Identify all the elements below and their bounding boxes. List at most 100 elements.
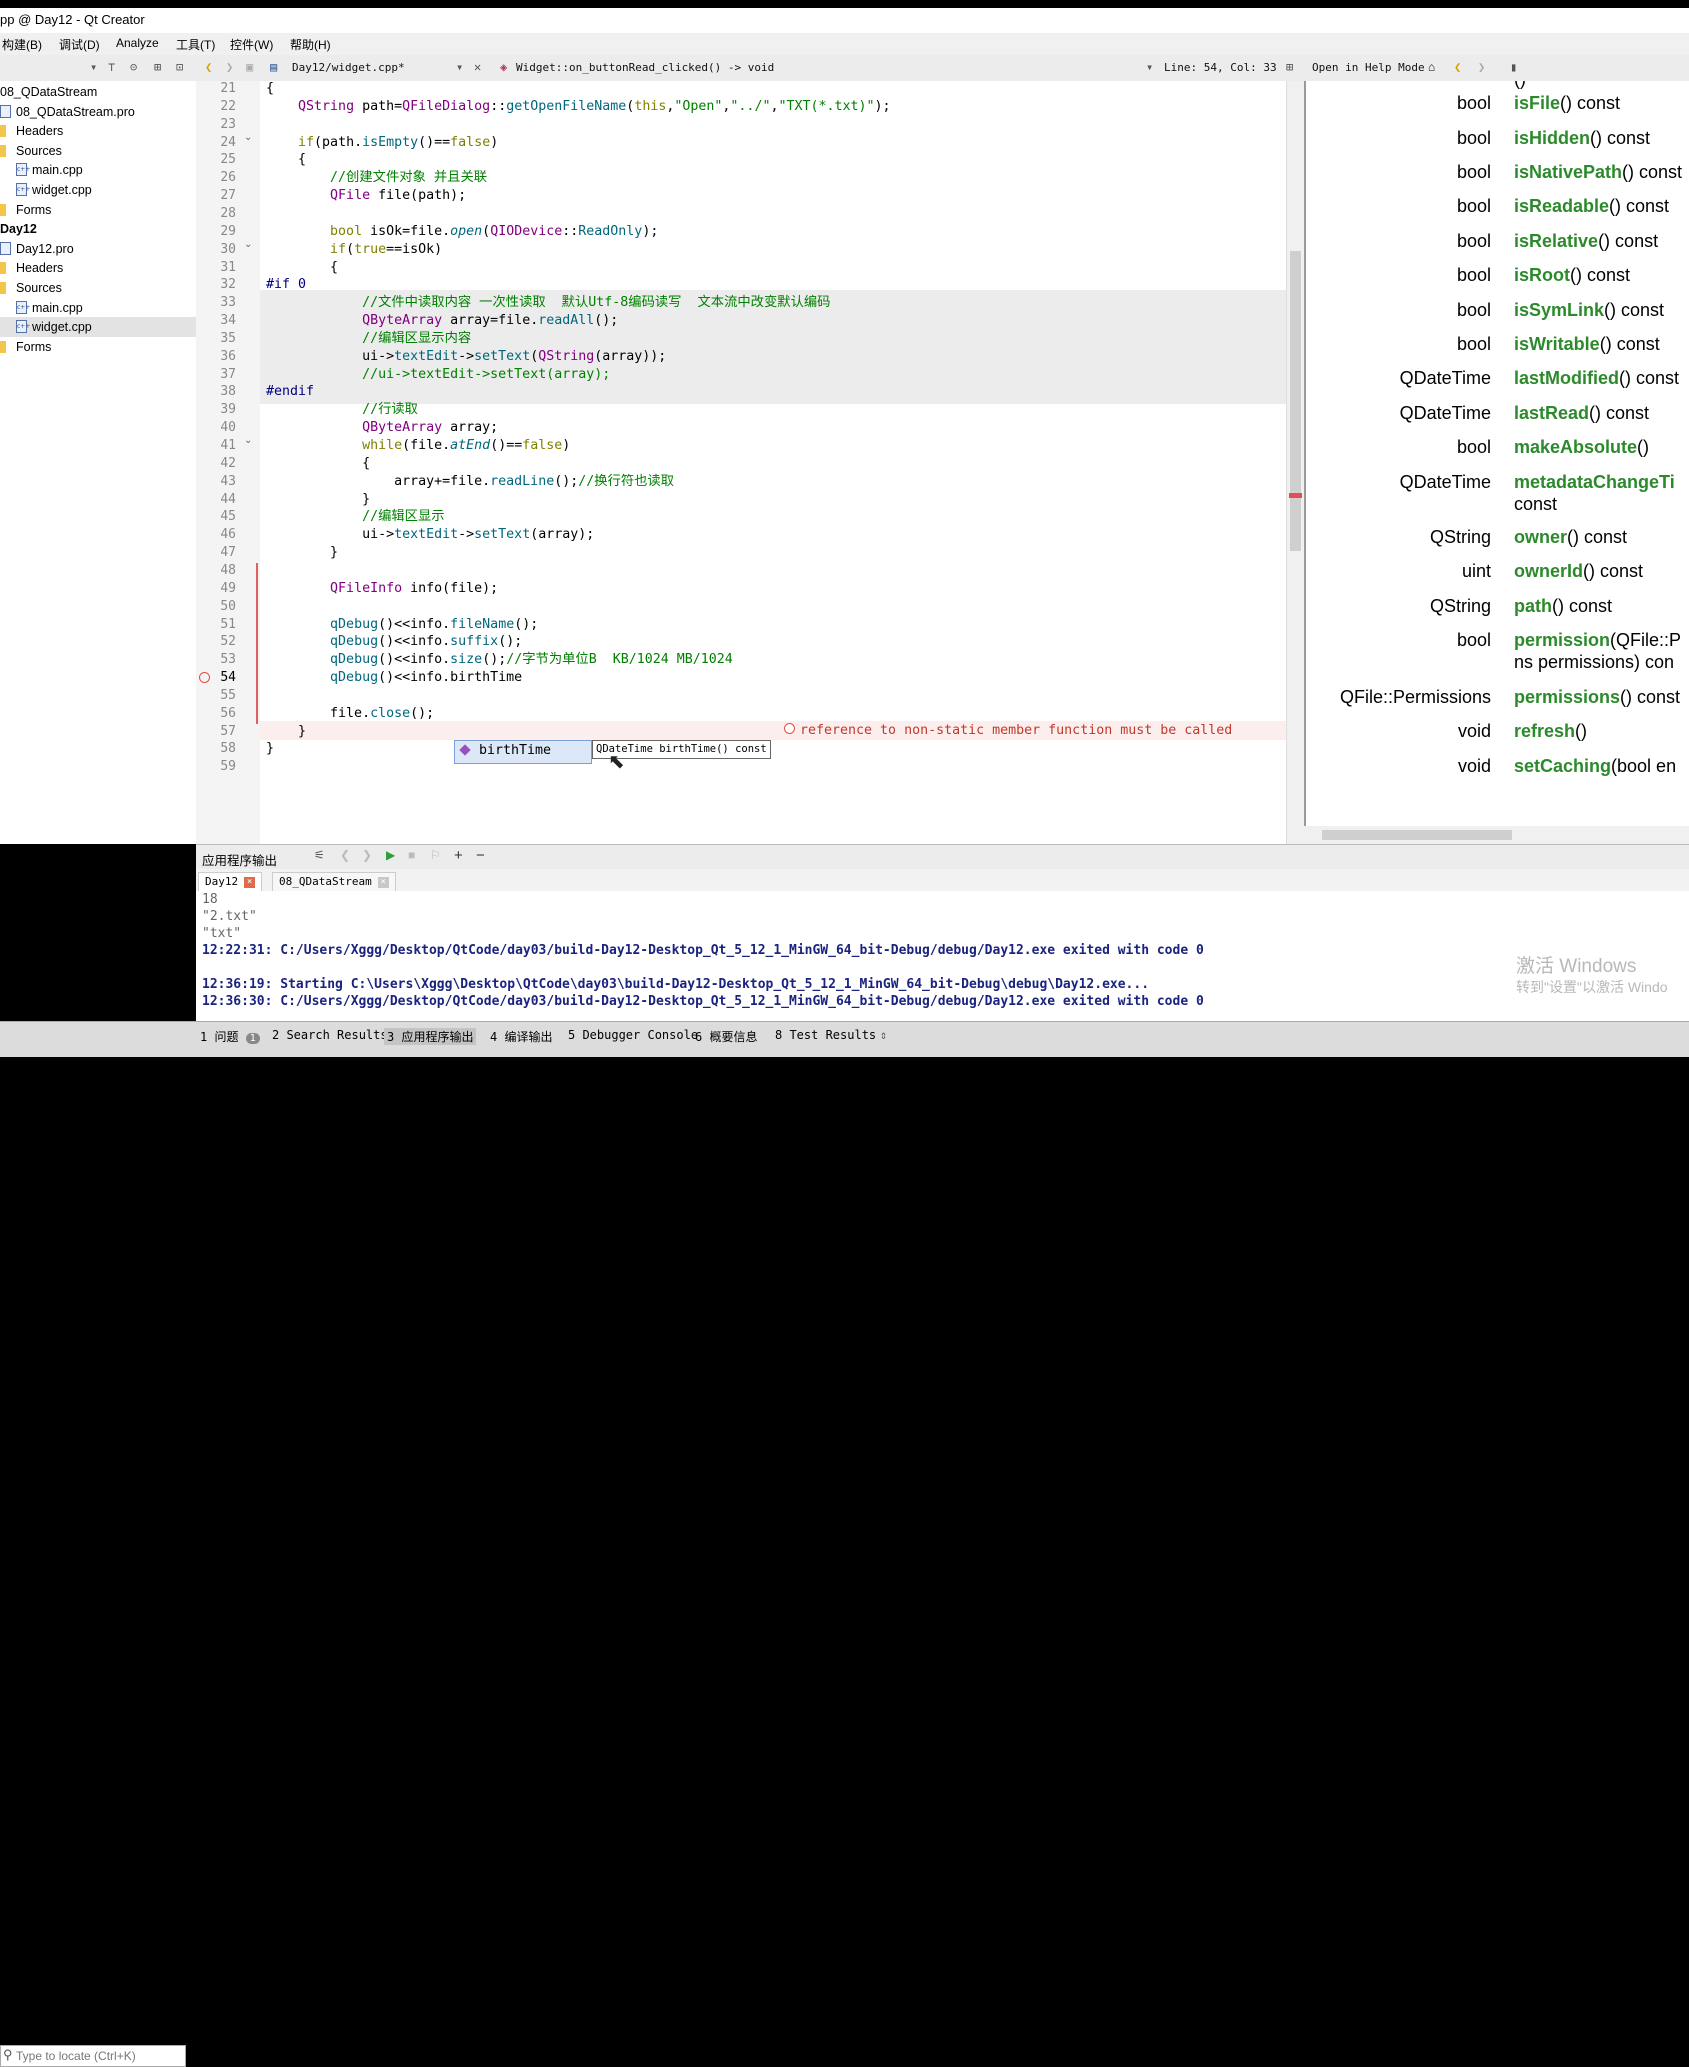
code-line[interactable]: //创建文件对象 并且关联 [266, 168, 487, 187]
tab-test-results[interactable]: 8 Test Results [775, 1028, 876, 1042]
help-member-link[interactable]: isNativePath() const [1514, 162, 1682, 183]
code-line[interactable]: //ui->textEdit->setText(array); [266, 365, 610, 384]
help-member-name[interactable]: owner [1514, 527, 1567, 547]
tree-item[interactable]: c++ main.cpp [0, 160, 196, 180]
tree-item[interactable]: Headers [0, 121, 196, 141]
help-member-link[interactable]: isRelative() const [1514, 231, 1658, 252]
code-line[interactable]: QFileInfo info(file); [266, 579, 498, 598]
close-tab-icon[interactable]: × [377, 876, 389, 888]
help-member-name[interactable]: ownerId [1514, 561, 1583, 581]
fold-arrow-icon[interactable]: ⌄ [244, 132, 252, 143]
help-scrollbar[interactable] [1304, 826, 1689, 844]
help-member-link[interactable]: metadataChangeTi [1514, 472, 1675, 493]
attach-icon[interactable]: ⚐ [430, 848, 441, 862]
symbol-combo[interactable]: Widget::on_buttonRead_clicked() -> void [516, 61, 774, 74]
dropdown-arrow-icon[interactable]: ▾ [1146, 60, 1153, 74]
code-line[interactable]: qDebug()<<info.suffix(); [266, 632, 522, 651]
forward-arrow-icon[interactable]: ❯ [1478, 60, 1485, 74]
help-member-link[interactable]: refresh() [1514, 721, 1587, 742]
scrollbar-thumb[interactable] [1322, 830, 1512, 840]
help-member-link[interactable]: permissions() const [1514, 687, 1680, 708]
help-member-name[interactable]: setCaching [1514, 756, 1611, 776]
forward-arrow-icon[interactable]: ❯ [226, 60, 233, 74]
dropdown-arrow-icon[interactable]: ▾ [90, 60, 97, 74]
code-line[interactable]: ui->textEdit->setText(QString(array)); [266, 347, 666, 366]
tab-issues[interactable]: 1 问题 1 [200, 1028, 260, 1045]
help-member-link[interactable]: path() const [1514, 596, 1612, 617]
run-icon[interactable]: ▶ [386, 848, 395, 862]
code-line[interactable]: } [266, 543, 338, 562]
code-line[interactable]: #if 0 [266, 275, 306, 294]
help-member-name[interactable]: lastRead [1514, 403, 1589, 423]
tree-item[interactable]: Headers [0, 258, 196, 278]
menu-debug[interactable]: 调试(D) [59, 36, 100, 53]
help-member-link[interactable]: isWritable() const [1514, 334, 1660, 355]
filter-icon[interactable]: ⊤ [108, 60, 115, 74]
code-line[interactable]: QFile file(path); [266, 186, 466, 205]
completion-item[interactable]: birthTime [479, 743, 551, 758]
code-line[interactable]: #endif [266, 382, 314, 401]
tree-item[interactable]: Sources [0, 278, 196, 298]
help-member-name[interactable]: isRoot [1514, 265, 1570, 285]
help-member-name[interactable]: permissions [1514, 687, 1620, 707]
tab-debugger-console[interactable]: 5 Debugger Console [568, 1028, 698, 1042]
menu-widgets[interactable]: 控件(W) [230, 36, 273, 53]
cursor-position[interactable]: Line: 54, Col: 33 [1164, 61, 1277, 74]
help-member-name[interactable]: refresh [1514, 721, 1575, 741]
help-member-link[interactable]: lastModified() const [1514, 368, 1679, 389]
tree-item[interactable]: Day12 [0, 219, 196, 239]
help-member-name[interactable]: metadataChangeTi [1514, 472, 1675, 492]
code-line[interactable]: //行读取 [266, 400, 418, 419]
help-member-link[interactable]: setCaching(bool en [1514, 756, 1676, 777]
help-member-name[interactable]: isRelative [1514, 231, 1598, 251]
code-line[interactable]: QByteArray array; [266, 418, 498, 437]
code-line[interactable]: while(file.atEnd()==false) [266, 436, 570, 455]
help-member-link[interactable]: permission(QFile::P [1514, 630, 1681, 651]
code-line[interactable]: } [266, 490, 370, 509]
output-tab-qdatastream[interactable]: 08_QDataStream × [272, 872, 396, 891]
menu-tools[interactable]: 工具(T) [176, 36, 215, 53]
completion-popup[interactable]: birthTime [454, 740, 592, 764]
menu-help[interactable]: 帮助(H) [290, 36, 331, 53]
tree-item[interactable]: Sources [0, 141, 196, 161]
help-member-name[interactable]: isWritable [1514, 334, 1600, 354]
split-icon[interactable]: ⊞ [154, 60, 161, 74]
tree-item[interactable]: Forms [0, 200, 196, 220]
help-member-name[interactable]: permission [1514, 630, 1610, 650]
menu-build[interactable]: 构建(B) [2, 36, 42, 53]
help-member-link[interactable]: isSymLink() const [1514, 300, 1664, 321]
help-member-link[interactable]: () [1514, 81, 1526, 90]
scrollbar-thumb[interactable] [1290, 251, 1301, 551]
dropdown-arrow-icon[interactable]: ▾ [456, 60, 463, 74]
tree-item[interactable]: 08_QDataStream.pro [0, 102, 196, 122]
code-line[interactable]: file.close(); [266, 704, 434, 723]
split-icon[interactable]: ⊞ [1286, 60, 1293, 74]
tree-item[interactable]: c++ main.cpp [0, 298, 196, 318]
clean-icon[interactable]: ⚟ [314, 848, 325, 862]
code-line[interactable]: QByteArray array=file.readAll(); [266, 311, 618, 330]
help-member-name[interactable]: isReadable [1514, 196, 1609, 216]
code-line[interactable]: array+=file.readLine();//换行符也读取 [266, 472, 674, 491]
tree-item[interactable]: c++ widget.cpp [0, 317, 196, 338]
help-member-link[interactable]: isRoot() const [1514, 265, 1630, 286]
code-line[interactable]: } [266, 722, 306, 741]
code-line[interactable]: bool isOk=file.open(QIODevice::ReadOnly)… [266, 222, 658, 241]
code-line[interactable]: qDebug()<<info.fileName(); [266, 615, 538, 634]
open-help-mode-button[interactable]: Open in Help Mode [1312, 61, 1425, 74]
code-line[interactable]: //编辑区显示内容 [266, 329, 471, 348]
code-editor[interactable]: { QString path=QFileDialog::getOpenFileN… [260, 81, 1286, 844]
zoom-in-icon[interactable]: + [454, 847, 463, 864]
code-line[interactable]: qDebug()<<info.birthTime [266, 668, 522, 687]
help-member-link[interactable]: ownerId() const [1514, 561, 1643, 582]
help-member-name[interactable]: isSymLink [1514, 300, 1604, 320]
help-member-name[interactable]: path [1514, 596, 1552, 616]
close-tab-icon[interactable]: × [244, 876, 256, 888]
more-tabs-icon[interactable]: ⇕ [880, 1028, 887, 1042]
code-line[interactable]: qDebug()<<info.size();//字节为单位B KB/1024 M… [266, 650, 733, 669]
fold-arrow-icon[interactable]: ⌄ [244, 239, 252, 250]
open-file-combo[interactable]: Day12/widget.cpp* [292, 61, 405, 74]
tree-item[interactable]: Forms [0, 337, 196, 357]
zoom-out-icon[interactable]: − [476, 847, 485, 864]
tree-item[interactable]: 08_QDataStream [0, 82, 196, 102]
tree-item[interactable]: Day12.pro [0, 239, 196, 259]
